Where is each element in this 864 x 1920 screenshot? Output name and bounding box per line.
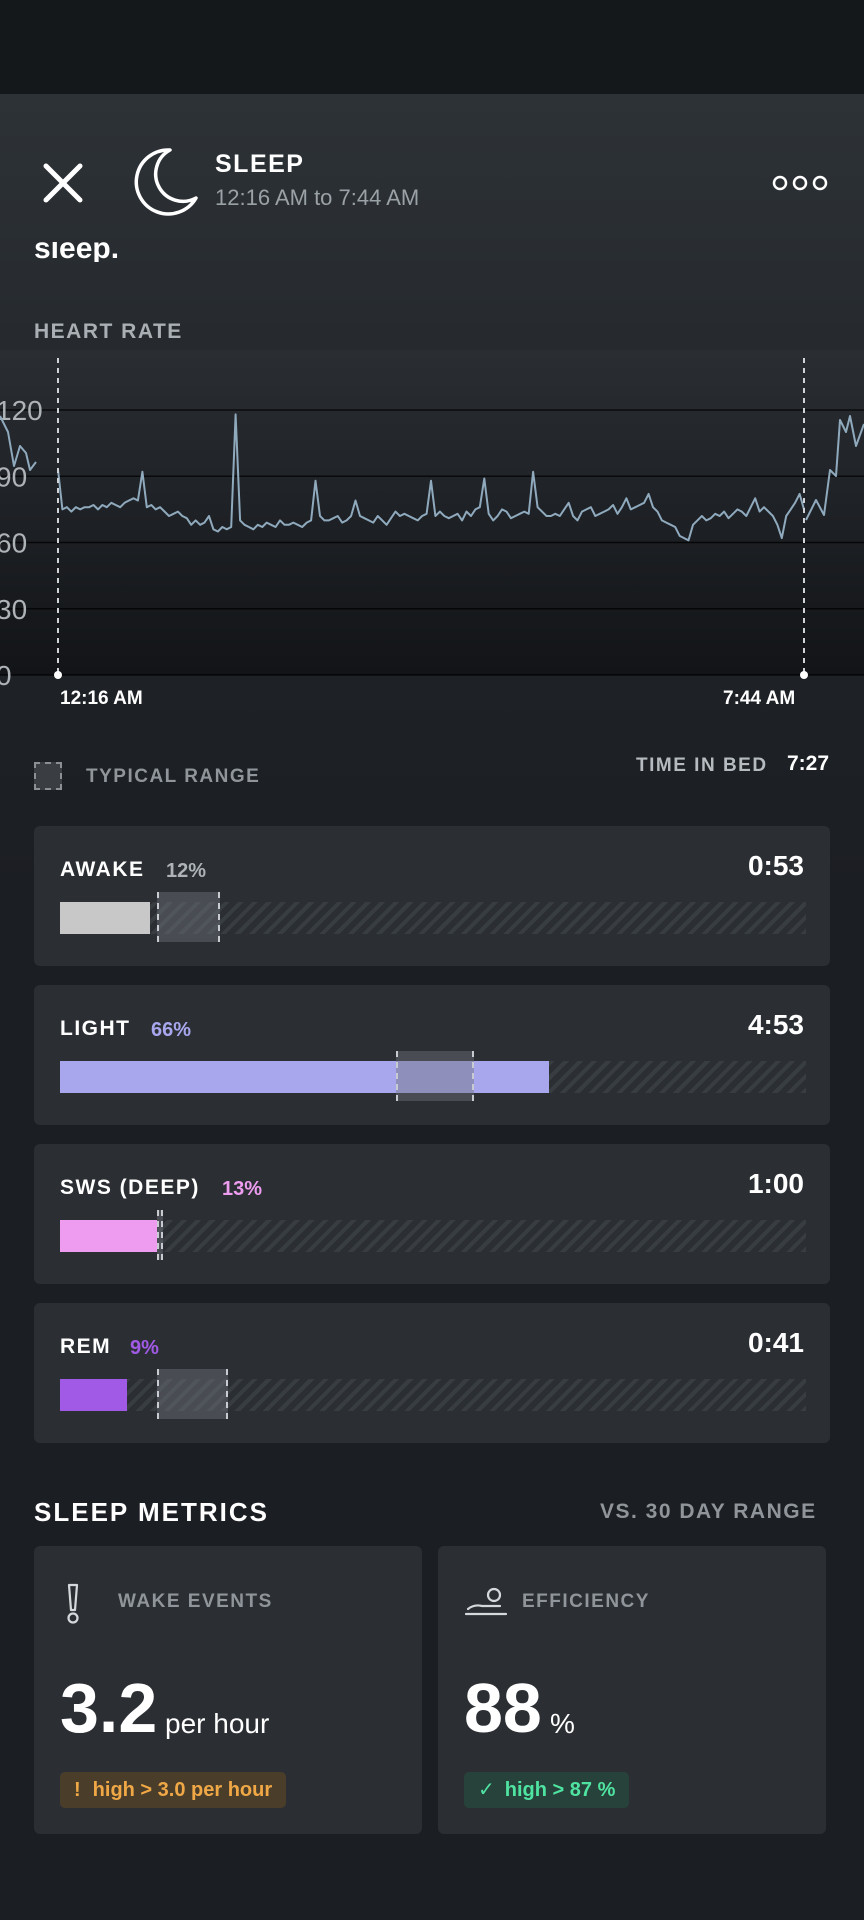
sleep-start-dot: [54, 671, 62, 679]
wake-events-label: WAKE EVENTS: [118, 1591, 273, 1612]
stage-card-deep[interactable]: SWS (DEEP) 13% 1:00: [34, 1144, 830, 1284]
typical-range-swatch: [34, 762, 62, 790]
efficiency-unit: %: [550, 1708, 575, 1739]
stage-bar-fill: [60, 1220, 157, 1252]
wake-events-status-badge: ! high > 3.0 per hour: [60, 1772, 287, 1808]
typical-range-marker: [157, 892, 220, 942]
stage-percent: 66%: [151, 1019, 192, 1041]
more-options-icon[interactable]: [770, 172, 830, 194]
efficiency-label: EFFICIENCY: [522, 1591, 650, 1612]
chart-end-time: 7:44 AM: [723, 688, 796, 709]
stage-card-light[interactable]: LIGHT 66% 4:53: [34, 985, 830, 1125]
sleep-time-range: 12:16 AM to 7:44 AM: [215, 185, 420, 210]
stage-bar-track: [60, 1369, 806, 1419]
stage-duration: 1:00: [747, 1168, 804, 1199]
wake-events-card[interactable]: WAKE EVENTS 3.2 per hour ! high > 3.0 per…: [34, 1546, 422, 1834]
y-tick-label: 0: [0, 660, 12, 691]
typical-range-marker: [157, 1369, 228, 1419]
typical-range-marker: [396, 1051, 474, 1101]
stage-duration: 4:53: [747, 1009, 804, 1040]
stage-name: AWAKE: [60, 858, 145, 881]
sleep-metrics-title: SLEEP METRICS: [34, 1497, 270, 1527]
stage-bar-track: [60, 1051, 806, 1101]
sleep-end-dot: [800, 671, 808, 679]
stage-duration: 0:53: [747, 850, 804, 881]
typical-range-marker: [157, 1210, 163, 1260]
chart-start-time: 12:16 AM: [60, 688, 143, 709]
time-in-bed-value: 7:27: [787, 752, 830, 775]
stage-duration: 0:41: [747, 1327, 804, 1358]
scrolled-text-fragment: sleep.: [34, 242, 120, 262]
wake-events-value: 3.2: [60, 1669, 158, 1747]
check-icon: ✓: [478, 1779, 495, 1801]
close-icon[interactable]: [40, 160, 86, 206]
efficiency-badge-text: high > 87 %: [504, 1779, 616, 1801]
y-tick-label: 120: [0, 395, 43, 426]
stage-percent: 13%: [222, 1178, 263, 1200]
efficiency-card[interactable]: EFFICIENCY 88 % ✓ high > 87 %: [438, 1546, 826, 1834]
heart-rate-chart: 0306090120: [0, 350, 864, 691]
heart-rate-label: HEART RATE: [34, 320, 183, 343]
typical-range-label: TYPICAL RANGE: [86, 766, 261, 787]
wake-events-unit: per hour: [165, 1708, 270, 1739]
stage-bar-fill: [60, 1379, 127, 1411]
exclamation-icon: [67, 1583, 79, 1624]
stage-name: LIGHT: [60, 1017, 131, 1040]
stage-bar-track: [60, 892, 806, 942]
y-tick-label: 30: [0, 594, 27, 625]
moon-icon: [134, 148, 198, 216]
stage-percent: 9%: [130, 1337, 159, 1359]
stage-bar-fill: [60, 902, 150, 934]
warning-icon: !: [74, 1779, 81, 1801]
page-title: SLEEP: [215, 150, 305, 178]
stage-bar-track: [60, 1210, 806, 1260]
stage-card-awake[interactable]: AWAKE 12% 0:53: [34, 826, 830, 966]
stage-name: REM: [60, 1335, 112, 1358]
comparison-range-label: VS. 30 DAY RANGE: [600, 1500, 817, 1523]
stage-bar-fill: [60, 1061, 549, 1093]
bed-sleeper-icon: [464, 1587, 508, 1616]
stage-percent: 12%: [166, 860, 207, 882]
stage-name: SWS (DEEP): [60, 1176, 200, 1199]
efficiency-status-badge: ✓ high > 87 %: [464, 1772, 630, 1808]
y-tick-label: 60: [0, 528, 27, 559]
stage-card-rem[interactable]: REM 9% 0:41: [34, 1303, 830, 1443]
wake-events-badge-text: high > 3.0 per hour: [92, 1779, 273, 1801]
status-bar-area: [0, 0, 864, 94]
time-in-bed-label: TIME IN BED: [636, 755, 768, 776]
efficiency-value: 88: [464, 1669, 542, 1747]
